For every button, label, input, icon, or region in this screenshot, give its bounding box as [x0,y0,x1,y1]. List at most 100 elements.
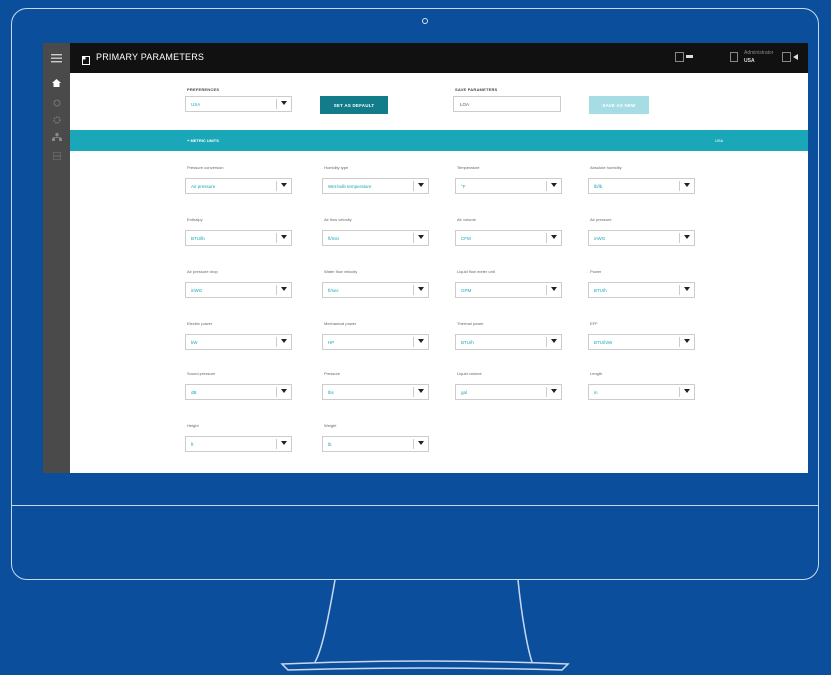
field-select[interactable]: BTU/lb [185,230,292,246]
field-select[interactable]: kW [185,334,292,350]
menu-icon[interactable] [43,49,70,67]
field-value: BTU/h [461,340,474,345]
main-content: PREFERENCES USA SET AS DEFAULT SAVE PARA… [70,73,808,473]
field-value: kW [191,340,198,345]
field-select[interactable]: ft/sec [322,282,429,298]
user-sub: USA [744,58,755,64]
field-select[interactable]: BTU/h [588,282,695,298]
monitor-chin [11,505,819,506]
field-label: Power [590,269,602,274]
field-value: HP [328,340,335,345]
field-value: Air pressure [191,184,216,189]
chevron-down-icon [684,339,690,343]
chevron-down-icon [551,235,557,239]
field-value: BTU/h [594,288,607,293]
chevron-down-icon [281,389,287,393]
field-select[interactable]: ft [185,436,292,452]
field-label: Air pressure drop [187,269,218,274]
field-value: in [594,390,598,395]
field-value: BTU/h/W [594,340,613,345]
field-label: Pressure conversion [187,165,224,170]
field-label: Electric power [187,321,213,326]
field-select[interactable]: lb [322,436,429,452]
save-params-value: LOA [460,102,470,107]
field-value: Wet-bulb temperature [328,184,372,189]
field-value: °F [461,184,466,189]
field-select[interactable]: BTU/h [455,334,562,350]
field-label: Liquid flow meter unit [457,269,495,274]
field-select[interactable]: inWG [588,230,695,246]
top-bar: PRIMARY PARAMETERS Administrator USA [70,43,808,73]
field-value: gal [461,390,468,395]
field-select[interactable]: BTU/h/W [588,334,695,350]
field-select[interactable]: lbs [322,384,429,400]
field-select[interactable]: °F [455,178,562,194]
page-title: PRIMARY PARAMETERS [96,52,205,62]
field-select[interactable]: Wet-bulb temperature [322,178,429,194]
save-params-label: SAVE PARAMETERS [455,87,498,92]
field-select[interactable]: gal [455,384,562,400]
field-label: Absolute humidity [590,165,622,170]
field-select[interactable]: lb/lb [588,178,695,194]
field-select[interactable]: CFM [455,230,562,246]
circle-icon[interactable] [43,96,70,110]
field-value: lb [328,442,332,447]
chevron-down-icon [281,287,287,291]
grid-icon[interactable] [43,149,70,163]
chevron-down-icon [684,235,690,239]
field-select[interactable]: Air pressure [185,178,292,194]
save-as-new-button[interactable]: SAVE AS NEW [589,96,649,114]
field-label: Liquid volume [457,371,482,376]
network-icon[interactable] [43,130,70,144]
section-title: + METRIC UNITS [187,138,219,143]
chevron-down-icon [418,235,424,239]
field-select[interactable]: in [588,384,695,400]
chevron-down-icon [551,287,557,291]
field-label: Air pressure [590,217,612,222]
field-label: Mechanical power [324,321,357,326]
field-label: Sound pressure [187,371,216,376]
field-label: Thermal power [457,321,484,326]
field-select[interactable]: ft/min [322,230,429,246]
camera-icon [422,18,428,24]
field-label: Weight [324,423,337,428]
chevron-down-icon [281,339,287,343]
list-icon[interactable] [675,52,693,64]
chevron-down-icon [551,389,557,393]
field-value: lbs [328,390,334,395]
home-icon[interactable] [43,76,70,90]
chevron-down-icon [684,287,690,291]
field-value: ft [191,442,194,447]
field-select[interactable]: dB [185,384,292,400]
field-select[interactable]: HP [322,334,429,350]
field-value: lb/lb [594,184,603,189]
document-icon [82,52,90,70]
set-default-button[interactable]: SET AS DEFAULT [320,96,388,114]
field-label: Height [187,423,199,428]
user-label: Administrator [744,50,774,56]
chevron-down-icon [551,183,557,187]
preferences-select[interactable]: USA [185,96,292,112]
save-params-input[interactable]: LOA [453,96,561,112]
field-value: dB [191,390,197,395]
chevron-down-icon [684,183,690,187]
field-select[interactable]: inWG [185,282,292,298]
field-value: ft/min [328,236,340,241]
field-value: GPM [461,288,472,293]
monitor-stand [280,580,570,671]
metric-units-band[interactable]: + METRIC UNITS USA [70,130,808,151]
field-label: Length [590,371,603,376]
settings-icon[interactable] [43,113,70,127]
field-select[interactable]: GPM [455,282,562,298]
field-label: Pressure [324,371,341,376]
chevron-down-icon [551,339,557,343]
field-label: Enthalpy [187,217,203,222]
field-label: EFF [590,321,598,326]
sidebar [43,43,70,473]
chevron-down-icon [684,389,690,393]
field-label: Air volume [457,217,476,222]
chevron-down-icon [281,441,287,445]
chevron-down-icon [418,389,424,393]
field-value: inWG [191,288,203,293]
logout-icon[interactable] [782,52,798,64]
